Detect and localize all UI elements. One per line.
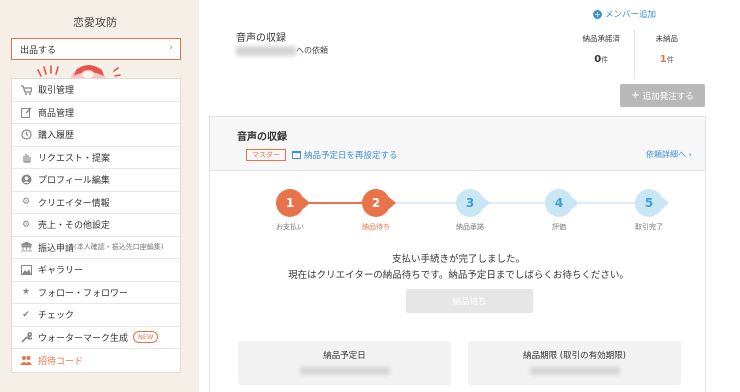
step-circle: 4	[545, 189, 579, 217]
add-order-button[interactable]: + 追加発注する	[620, 84, 705, 107]
sidebar-item-label: フォロー・フォロワー	[38, 288, 129, 299]
main-content: + メンバー追加 音声の収録 への依頼 納品承諾済 0件 未納品 1件 + 追加…	[199, 0, 740, 392]
step-2: 2 納品待ち	[346, 189, 406, 232]
sidebar-item-label: ギャラリー	[38, 266, 84, 277]
sidebar-item-products[interactable]: 商品管理	[12, 102, 180, 124]
cart-icon	[20, 84, 32, 96]
wrench-icon	[20, 331, 32, 343]
check-icon: ✔	[22, 309, 30, 320]
step-1: 1 お支払い	[260, 189, 320, 232]
stat-label: 納品承諾済	[582, 34, 621, 43]
sidebar-item-label: 売上・その他設定	[38, 221, 111, 232]
sidebar-item-label: 商品管理	[38, 108, 75, 119]
step-connector	[376, 202, 646, 204]
sidebar: 恋愛攻防 出品する › 取引管理 商品管理 購入履歴 リクエスト・提案 プロフィ…	[0, 0, 190, 392]
sidebar-item-label: ウォーターマーク生成	[38, 333, 129, 344]
step-label: 納品承諾	[456, 223, 484, 231]
step-5: 5 取引完了	[619, 189, 679, 232]
sidebar-item-creator-info[interactable]: ⚙ クリエイター情報	[12, 192, 180, 214]
sidebar-item-label: リクエスト・提案	[38, 153, 111, 164]
new-badge: NEW	[133, 331, 159, 344]
order-card: 音声の収録 マスター 納品予定日を再設定する 依頼詳細へ › 1 お支払い 2 …	[209, 116, 706, 392]
sidebar-item-check[interactable]: ✔ チェック	[12, 304, 180, 327]
member-add-link[interactable]: + メンバー追加	[593, 8, 656, 20]
history-icon	[20, 129, 32, 141]
order-card-title: 音声の収録	[237, 132, 287, 143]
calendar-icon	[292, 151, 301, 159]
chevron-right-icon: ›	[169, 43, 173, 53]
sidebar-item-follow[interactable]: ★ フォロー・フォロワー	[12, 282, 180, 304]
people-icon	[20, 354, 32, 366]
sidebar-item-invite-code[interactable]: 招待コード	[12, 349, 180, 372]
step-4: 4 評価	[529, 189, 589, 232]
redacted-delivery-date	[299, 367, 390, 375]
sidebar-item-transfer-request[interactable]: 振込申請 (本人確認・振込先口座編集)	[12, 237, 180, 259]
step-circle: 3	[456, 189, 490, 217]
awaiting-delivery-button[interactable]: 納品待ち	[406, 289, 533, 313]
hand-icon	[20, 151, 32, 163]
step-label: 取引完了	[635, 223, 663, 231]
delivery-date-box: 納品予定日	[238, 341, 451, 385]
sidebar-item-sales-settings[interactable]: ⚙ 売上・その他設定	[12, 214, 180, 237]
sidebar-item-label: プロフィール編集	[38, 176, 110, 187]
add-order-label: 追加発注する	[642, 91, 694, 102]
shop-name: 恋愛攻防	[73, 16, 117, 29]
request-detail-link[interactable]: 依頼詳細へ ›	[646, 149, 692, 160]
sidebar-item-requests[interactable]: リクエスト・提案	[12, 147, 180, 169]
reset-delivery-date-link[interactable]: 納品予定日を再設定する	[292, 149, 398, 161]
stat-value: 1件	[659, 54, 674, 65]
sell-button[interactable]: 出品する ›	[11, 38, 181, 60]
delivery-date-label: 納品予定日	[323, 351, 366, 361]
status-message-line2: 現在はクリエイターの納品待ちです。納品予定日までしばらくお待ちください。	[288, 270, 629, 281]
order-stats: 納品承諾済 0件 未納品 1件	[569, 29, 699, 79]
stat-label: 未納品	[655, 34, 679, 43]
deadline-label: 納品期限 (取引の有効期限)	[523, 351, 626, 361]
sidebar-item-label: 取引管理	[38, 86, 75, 97]
sidebar-item-watermark[interactable]: ウォーターマーク生成 NEW	[12, 327, 180, 349]
step-label: 評価	[552, 223, 566, 231]
deadline-box: 納品期限 (取引の有効期限)	[468, 341, 681, 385]
image-icon	[20, 264, 32, 276]
step-circle: 1	[276, 189, 310, 217]
sidebar-item-sublabel: (本人確認・振込先口座編集)	[74, 243, 164, 252]
sidebar-item-transactions[interactable]: 取引管理	[12, 79, 180, 102]
plus-icon: +	[631, 90, 640, 101]
sidebar-item-gallery[interactable]: ギャラリー	[12, 259, 180, 282]
sidebar-item-label: 振込申請	[38, 243, 75, 254]
status-message-line1: 支払い手続きが完了しました。	[391, 254, 525, 265]
settings-icon: ⚙	[21, 219, 31, 230]
redacted-deadline	[529, 367, 620, 375]
sidebar-item-label: 招待コード	[38, 356, 84, 367]
sell-button-label: 出品する	[20, 45, 57, 56]
master-tag: マスター	[246, 149, 286, 161]
sidebar-item-purchase-history[interactable]: 購入履歴	[12, 124, 180, 147]
sidebar-item-profile[interactable]: プロフィール編集	[12, 169, 180, 192]
profile-icon	[20, 174, 32, 186]
reset-link-label: 納品予定日を再設定する	[304, 151, 398, 161]
member-add-label: メンバー追加	[605, 10, 657, 20]
sidebar-item-label: クリエイター情報	[38, 198, 110, 209]
plus-circle-icon: +	[593, 9, 602, 19]
order-card-header: 音声の収録 マスター 納品予定日を再設定する 依頼詳細へ ›	[210, 117, 705, 171]
redacted-creator-name	[236, 45, 296, 56]
request-title: 音声の収録	[236, 33, 286, 44]
request-suffix: への依頼	[296, 46, 328, 55]
star-icon: ★	[21, 287, 31, 298]
progress-steps: 1 お支払い 2 納品待ち 3 納品承諾 4 評価 5 取引完了	[210, 185, 707, 245]
stat-undelivered: 未納品 1件	[635, 29, 700, 79]
sidebar-item-label: チェック	[38, 311, 75, 322]
bank-icon	[20, 241, 32, 253]
sidebar-item-label: 購入履歴	[38, 131, 75, 142]
step-label: お支払い	[276, 223, 304, 231]
gear-icon: ⚙	[21, 197, 31, 208]
sidebar-menu: 取引管理 商品管理 購入履歴 リクエスト・提案 プロフィール編集 ⚙ クリエイタ…	[11, 78, 181, 373]
step-circle: 2	[362, 189, 396, 217]
step-circle: 5	[635, 189, 669, 217]
stat-value: 0件	[594, 54, 609, 65]
stat-accepted: 納品承諾済 0件	[569, 29, 635, 79]
edit-icon	[20, 106, 32, 118]
step-3: 3 納品承諾	[440, 189, 500, 232]
request-subtitle: への依頼	[236, 45, 328, 56]
step-label: 納品待ち	[362, 223, 390, 231]
